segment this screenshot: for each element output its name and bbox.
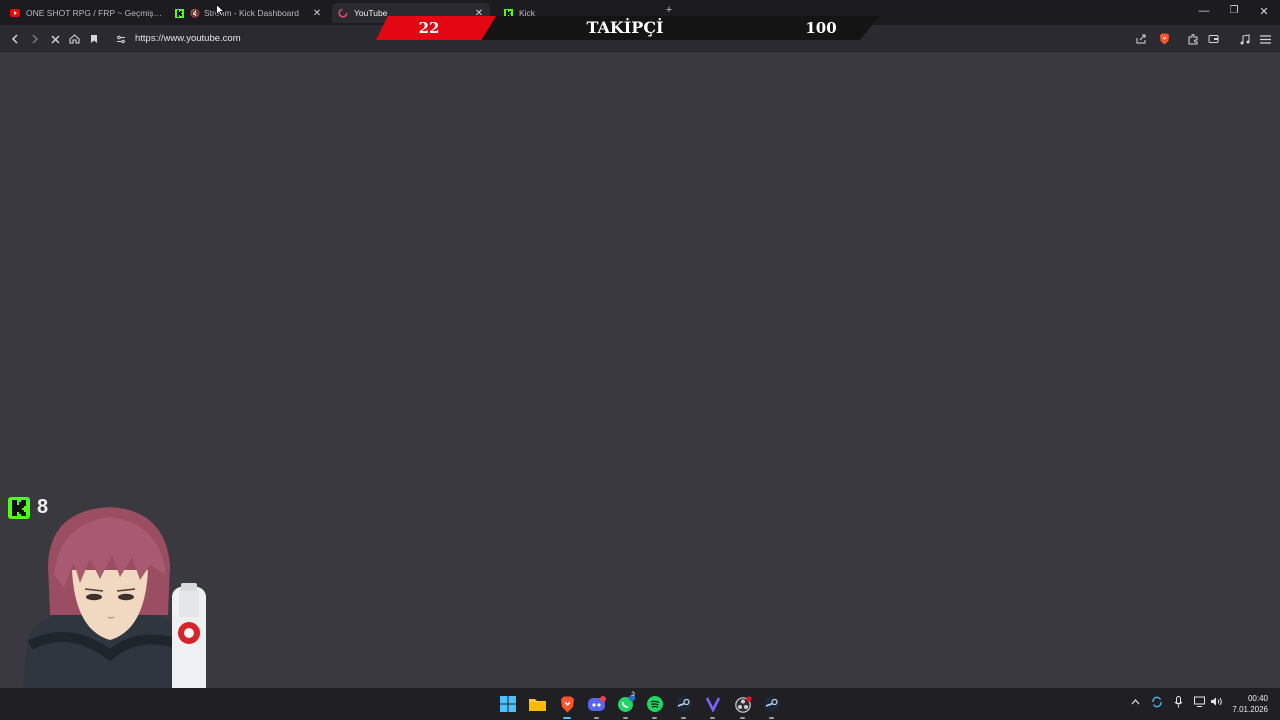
media-button[interactable] — [1237, 31, 1253, 47]
follower-goal-target: 100 — [805, 19, 837, 37]
chevron-left-icon — [11, 34, 18, 44]
brave-lion-icon — [1159, 33, 1169, 45]
mouse-cursor-icon — [216, 4, 225, 17]
minimize-button[interactable]: — — [1197, 5, 1211, 17]
bookmark-icon — [91, 35, 97, 43]
muted-speaker-icon[interactable]: 🔇 — [190, 8, 200, 18]
bookmark-button[interactable] — [86, 31, 102, 47]
windows-taskbar: 3 00:40 7.01.2026 — [0, 688, 1280, 720]
site-info-button[interactable] — [113, 31, 129, 47]
speaker-icon[interactable] — [1210, 696, 1223, 710]
restore-button[interactable]: ❐ — [1227, 5, 1241, 16]
extensions-button[interactable] — [1185, 31, 1201, 47]
back-button[interactable] — [7, 31, 23, 47]
brave-icon[interactable] — [557, 694, 577, 714]
follower-current-count: 22 — [376, 16, 496, 40]
running-app-indicator — [769, 717, 774, 719]
menu-button[interactable] — [1257, 31, 1273, 47]
close-icon — [51, 35, 59, 43]
chevron-right-icon — [32, 34, 39, 44]
wallet-icon — [1208, 35, 1218, 43]
whatsapp-icon[interactable]: 3 — [616, 691, 636, 714]
steam-icon[interactable] — [674, 694, 694, 714]
hamburger-menu-icon — [1259, 34, 1271, 44]
clock-date: 7.01.2026 — [1232, 705, 1268, 714]
file-explorer-icon[interactable] — [527, 694, 547, 714]
tab-close-icon[interactable]: ✕ — [311, 8, 323, 19]
clock-time: 00:40 — [1247, 694, 1268, 703]
obs-icon[interactable] — [733, 694, 753, 714]
home-icon — [68, 34, 80, 44]
follower-goal-overlay: 22 TAKİPÇİ 100 — [376, 16, 880, 40]
running-app-indicator — [594, 717, 599, 719]
new-tab-button[interactable]: + — [662, 4, 676, 16]
close-window-button[interactable]: ✕ — [1257, 5, 1271, 18]
share-icon — [1136, 34, 1145, 44]
loading-icon — [338, 8, 348, 18]
microphone-icon[interactable] — [1174, 696, 1183, 711]
running-app-indicator — [740, 717, 745, 719]
follower-goal-title: TAKİPÇİ — [586, 18, 664, 37]
youtube-icon — [10, 8, 20, 18]
stop-loading-button[interactable] — [47, 31, 63, 47]
running-app-indicator — [623, 717, 628, 719]
system-clock[interactable]: 00:40 7.01.2026 — [1232, 693, 1268, 715]
vivaldi-icon[interactable] — [703, 694, 723, 714]
home-button[interactable] — [66, 31, 82, 47]
forward-button[interactable] — [27, 31, 43, 47]
puzzle-icon — [1188, 33, 1197, 44]
network-icon[interactable] — [1194, 696, 1206, 710]
tab-youtube-rpg[interactable]: ONE SHOT RPG / FRP ~ Geçmişin Yar — [4, 3, 162, 23]
whatsapp-badge: 3 — [631, 691, 635, 698]
wallet-button[interactable] — [1205, 31, 1221, 47]
tab-label: ONE SHOT RPG / FRP ~ Geçmişin Yar — [26, 8, 162, 18]
spotify-icon[interactable] — [645, 694, 665, 714]
music-note-icon — [1240, 33, 1250, 44]
sync-icon[interactable] — [1151, 696, 1163, 711]
running-app-indicator — [652, 717, 657, 719]
active-app-indicator — [563, 717, 571, 719]
tab-kick-dashboard[interactable]: 🔇 Stream - Kick Dashboard ✕ — [168, 3, 328, 23]
steam-icon[interactable] — [762, 694, 782, 714]
tray-overflow-chevron-icon[interactable] — [1131, 697, 1140, 708]
brave-shields-button[interactable] — [1156, 31, 1172, 47]
address-bar-input[interactable]: https://www.youtube.com — [135, 33, 241, 44]
share-button[interactable] — [1133, 31, 1149, 47]
site-settings-icon — [117, 35, 125, 43]
kick-icon — [174, 8, 184, 18]
running-app-indicator — [710, 717, 715, 719]
discord-icon[interactable] — [587, 694, 607, 714]
running-app-indicator — [681, 717, 686, 719]
windows-start-icon[interactable] — [498, 694, 518, 714]
